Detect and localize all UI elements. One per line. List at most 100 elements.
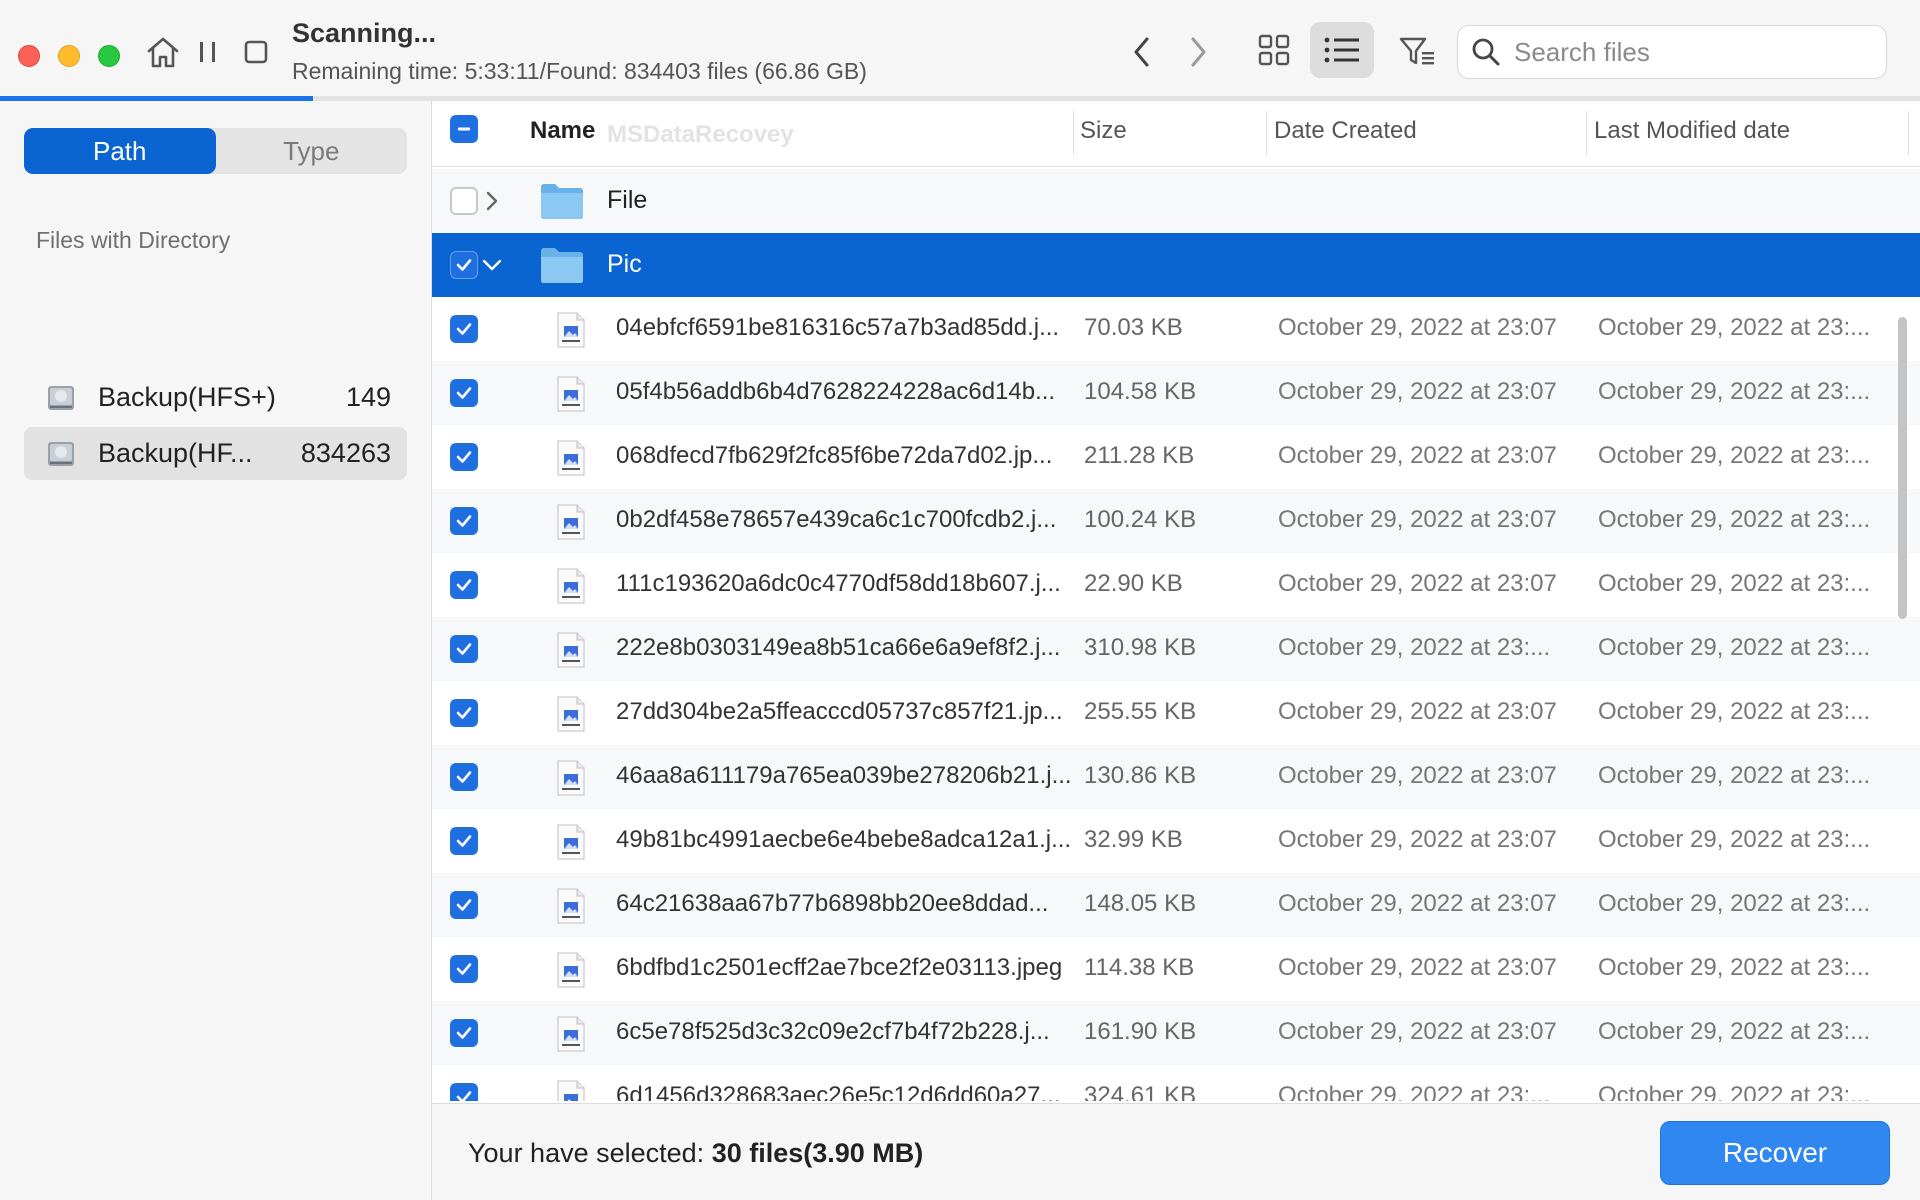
minimize-window-button[interactable] <box>58 45 80 67</box>
pause-icon[interactable] <box>188 32 228 72</box>
column-divider[interactable] <box>1073 111 1074 155</box>
folder-row-file[interactable]: File <box>432 169 1920 233</box>
file-row[interactable]: 6d1456d328683aec26e5c12d6dd60a27... 324.… <box>432 1065 1920 1101</box>
file-last-modified: October 29, 2022 at 23:... <box>1598 954 1871 981</box>
home-icon[interactable] <box>143 32 183 72</box>
tab-path[interactable]: Path <box>24 128 216 174</box>
file-last-modified: October 29, 2022 at 23:... <box>1598 1082 1871 1101</box>
scan-status-title: Scanning... <box>292 18 437 48</box>
file-row[interactable]: 0b2df458e78657e439ca6c1c700fcdb2.j... 10… <box>432 489 1920 553</box>
file-list: MSDataRecovey Name Size Date Created Las… <box>432 101 1920 1101</box>
file-last-modified: October 29, 2022 at 23:... <box>1598 634 1871 661</box>
scrollbar[interactable] <box>1898 317 1907 619</box>
row-checkbox[interactable] <box>450 379 478 407</box>
file-date-created: October 29, 2022 at 23:07 <box>1278 314 1557 341</box>
file-size: 32.99 KB <box>1084 826 1183 853</box>
sidebar-item-backup-hfs[interactable]: Backup(HFS+) 149 <box>24 371 407 424</box>
column-name[interactable]: Name <box>530 117 595 145</box>
grid-view-button[interactable] <box>1242 22 1306 78</box>
recover-button[interactable]: Recover <box>1660 1121 1890 1185</box>
folder-icon <box>541 184 583 219</box>
row-checkbox[interactable] <box>450 955 478 983</box>
hard-drive-icon <box>48 385 74 410</box>
column-date-created[interactable]: Date Created <box>1274 117 1417 145</box>
select-all-checkbox[interactable] <box>450 115 478 143</box>
column-last-modified[interactable]: Last Modified date <box>1594 117 1790 145</box>
row-checkbox[interactable] <box>450 699 478 727</box>
hard-drive-icon <box>48 441 74 466</box>
row-checkbox[interactable] <box>450 827 478 855</box>
row-checkbox[interactable] <box>450 635 478 663</box>
grid-view-icon <box>1258 34 1290 66</box>
image-file-icon <box>557 376 585 412</box>
image-file-icon <box>557 824 585 860</box>
column-divider[interactable] <box>1586 111 1587 155</box>
file-name: 6c5e78f525d3c32c09e2cf7b4f72b228.j... <box>616 1018 1050 1045</box>
file-row[interactable]: 6c5e78f525d3c32c09e2cf7b4f72b228.j... 16… <box>432 1001 1920 1065</box>
column-divider[interactable] <box>1266 111 1267 155</box>
file-row[interactable]: 04ebfcf6591be816316c57a7b3ad85dd.j... 70… <box>432 297 1920 361</box>
image-file-icon <box>557 760 585 796</box>
chevron-right-icon[interactable] <box>480 189 504 213</box>
file-last-modified: October 29, 2022 at 23:... <box>1598 698 1871 725</box>
filter-icon[interactable] <box>1397 32 1437 72</box>
file-row[interactable]: 27dd304be2a5ffeacccd05737c857f21.jp... 2… <box>432 681 1920 745</box>
file-row[interactable]: 111c193620a6dc0c4770df58dd18b607.j... 22… <box>432 553 1920 617</box>
selection-value: 30 files(3.90 MB) <box>711 1138 924 1168</box>
image-file-icon <box>557 568 585 604</box>
search-box[interactable] <box>1457 25 1887 79</box>
scrolled-row-ghost: MSDataRecovey <box>607 121 794 148</box>
scan-status-details: Remaining time: 5:33:11/Found: 834403 fi… <box>292 58 867 84</box>
row-checkbox[interactable] <box>450 891 478 919</box>
row-checkbox[interactable] <box>450 187 478 215</box>
search-input[interactable] <box>1514 36 1874 68</box>
column-size[interactable]: Size <box>1080 117 1127 145</box>
title-bar: Scanning... Remaining time: 5:33:11/Foun… <box>0 0 1920 101</box>
file-row[interactable]: 64c21638aa67b77b6898bb20ee8ddad... 148.0… <box>432 873 1920 937</box>
maximize-window-button[interactable] <box>98 45 120 67</box>
row-checkbox[interactable] <box>450 315 478 343</box>
file-date-created: October 29, 2022 at 23:07 <box>1278 890 1557 917</box>
file-row[interactable]: 49b81bc4991aecbe6e4bebe8adca12a1.j... 32… <box>432 809 1920 873</box>
sidebar-item-backup-hf-selected[interactable]: Backup(HF... 834263 <box>24 427 407 480</box>
stop-icon[interactable] <box>236 32 276 72</box>
list-view-icon <box>1324 37 1359 63</box>
file-row[interactable]: 068dfecd7fb629f2fc85f6be72da7d02.jp... 2… <box>432 425 1920 489</box>
row-checkbox[interactable] <box>450 507 478 535</box>
row-checkbox[interactable] <box>450 571 478 599</box>
image-file-icon <box>557 1080 585 1101</box>
list-view-button[interactable] <box>1310 22 1374 78</box>
file-size: 255.55 KB <box>1084 698 1197 725</box>
file-name: 6d1456d328683aec26e5c12d6dd60a27... <box>616 1082 1061 1101</box>
file-last-modified: October 29, 2022 at 23:... <box>1598 378 1871 405</box>
file-name: 04ebfcf6591be816316c57a7b3ad85dd.j... <box>616 314 1060 341</box>
close-window-button[interactable] <box>18 45 40 67</box>
file-row[interactable]: 46aa8a611179a765ea039be278206b21.j... 13… <box>432 745 1920 809</box>
file-date-created: October 29, 2022 at 23:07 <box>1278 1018 1557 1045</box>
row-checkbox[interactable] <box>450 443 478 471</box>
view-mode-segmented-control: Path Type <box>24 128 407 174</box>
folder-row-pic[interactable]: Pic <box>432 233 1920 297</box>
column-divider[interactable] <box>1908 111 1909 155</box>
row-checkbox[interactable] <box>450 763 478 791</box>
folder-name: File <box>607 186 648 214</box>
file-name: 111c193620a6dc0c4770df58dd18b607.j... <box>616 570 1061 597</box>
file-last-modified: October 29, 2022 at 23:... <box>1598 1018 1871 1045</box>
sidebar-item-count: 834263 <box>300 438 391 468</box>
row-checkbox[interactable] <box>450 1019 478 1047</box>
file-size: 100.24 KB <box>1084 506 1197 533</box>
file-row[interactable]: 222e8b0303149ea8b51ca66e6a9ef8f2.j... 31… <box>432 617 1920 681</box>
image-file-icon <box>557 440 585 476</box>
chevron-down-icon[interactable] <box>480 253 504 277</box>
row-checkbox[interactable] <box>450 1083 478 1101</box>
image-file-icon <box>557 312 585 348</box>
chevron-left-icon[interactable] <box>1122 32 1162 72</box>
file-size: 161.90 KB <box>1084 1018 1197 1045</box>
file-size: 130.86 KB <box>1084 762 1197 789</box>
file-row[interactable]: 6bdfbd1c2501ecff2ae7bce2f2e03113.jpeg 11… <box>432 937 1920 1001</box>
image-file-icon <box>557 888 585 924</box>
chevron-right-icon[interactable] <box>1178 32 1218 72</box>
row-checkbox[interactable] <box>450 251 478 279</box>
tab-type[interactable]: Type <box>216 128 408 174</box>
file-row[interactable]: 05f4b56addb6b4d7628224228ac6d14b... 104.… <box>432 361 1920 425</box>
